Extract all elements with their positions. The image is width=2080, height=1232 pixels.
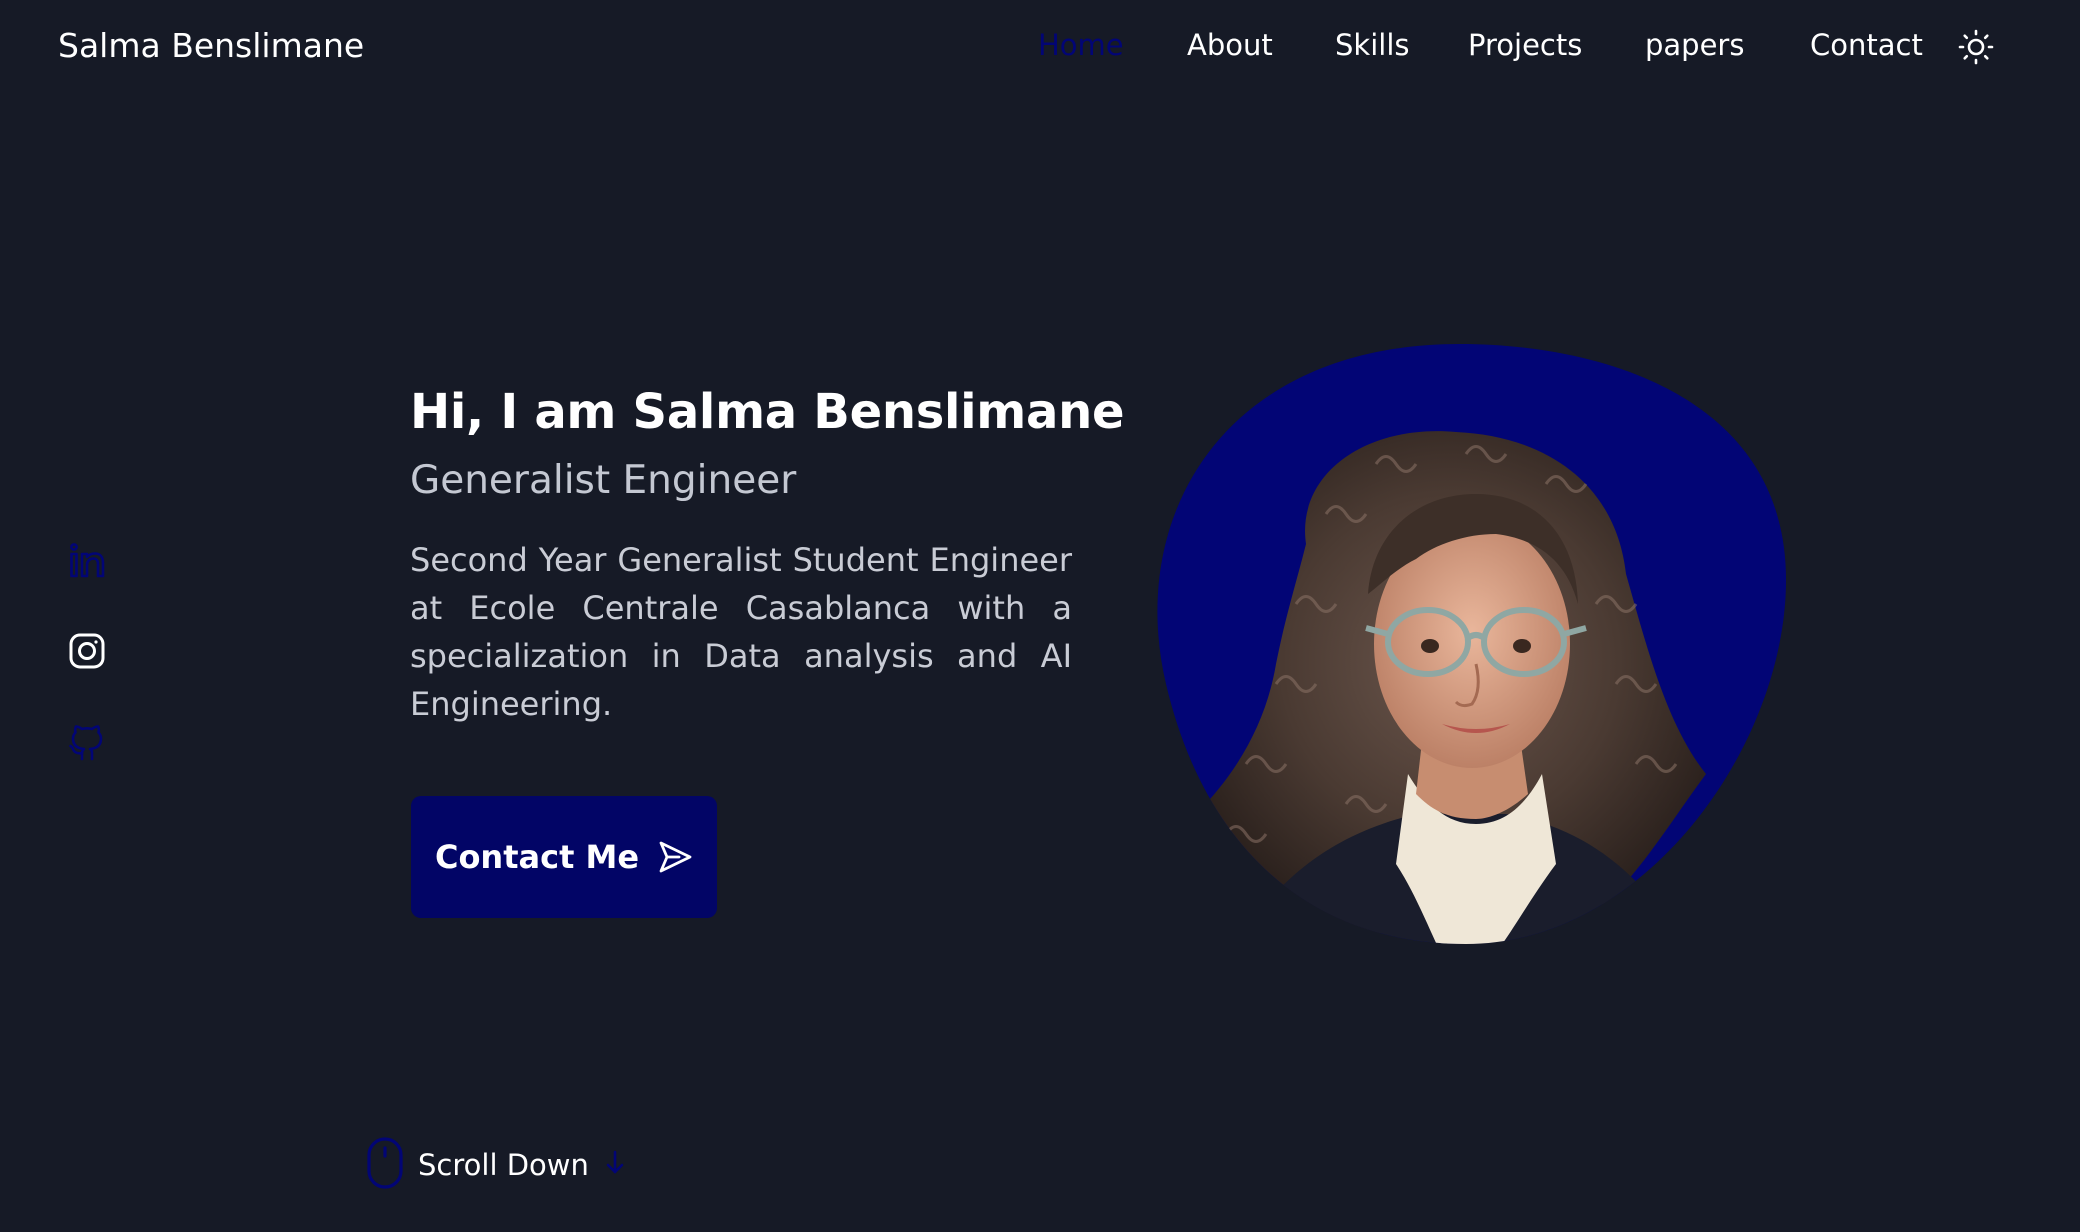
contact-me-label: Contact Me xyxy=(434,838,640,876)
nav-about[interactable]: About xyxy=(1187,28,1273,62)
brand-logo[interactable]: Salma Benslimane xyxy=(58,26,364,65)
avatar xyxy=(1146,344,1786,944)
mouse-icon xyxy=(366,1136,404,1194)
hero-description: Second Year Generalist Student Engineer … xyxy=(410,541,1072,723)
hero-subtitle: Generalist Engineer xyxy=(410,458,797,503)
nav-skills[interactable]: Skills xyxy=(1335,28,1409,62)
header: Salma Benslimane Home About Skills Proje… xyxy=(0,0,2080,96)
github-icon[interactable] xyxy=(68,724,106,762)
send-icon xyxy=(657,839,693,875)
hero-title: Hi, I am Salma Benslimane xyxy=(410,384,1125,440)
contact-me-button[interactable]: Contact Me xyxy=(411,796,717,918)
nav-home[interactable]: Home xyxy=(1038,28,1124,62)
nav-projects[interactable]: Projects xyxy=(1468,28,1582,62)
arrow-down-icon xyxy=(603,1148,627,1182)
nav-contact[interactable]: Contact xyxy=(1810,28,1923,62)
sun-icon[interactable] xyxy=(1958,29,1994,65)
scroll-down-link[interactable]: Scroll Down xyxy=(366,1136,627,1194)
nav-papers[interactable]: papers xyxy=(1645,28,1744,62)
scroll-down-label: Scroll Down xyxy=(418,1148,589,1182)
linkedin-icon[interactable] xyxy=(68,542,106,580)
instagram-icon[interactable] xyxy=(68,632,106,670)
